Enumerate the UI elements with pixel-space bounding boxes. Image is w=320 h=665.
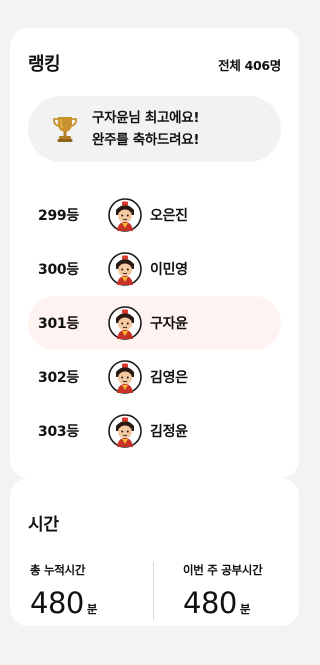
time-card: 시간 총 누적시간 480 분 이번 주 공부시간 480 분 [10, 478, 299, 626]
rank-number: 302등 [38, 370, 79, 386]
character-avatar-icon [108, 306, 142, 340]
character-avatar-icon [108, 198, 142, 232]
week-time-value: 480 [183, 586, 237, 620]
ranking-total-count: 전체 406명 [218, 58, 281, 73]
character-avatar-icon [108, 360, 142, 394]
congrats-message: 구자윤님 최고에요! 완주를 축하드려요! [92, 107, 200, 151]
ranking-row[interactable]: 299등 오은진 [28, 188, 281, 242]
ranking-card: 랭킹 전체 406명 구자윤님 최고에요! 완주를 축하드려요! 299등 오은… [10, 28, 299, 478]
total-time-label: 총 누적시간 [30, 563, 86, 577]
ranking-row-current-user[interactable]: 301등 구자윤 [28, 296, 281, 350]
stat-divider [153, 562, 154, 620]
congrats-line-1: 구자윤님 최고에요! [92, 110, 200, 126]
character-avatar-icon [108, 252, 142, 286]
week-time-label: 이번 주 공부시간 [183, 563, 263, 577]
time-title: 시간 [28, 515, 59, 535]
ranking-header: 랭킹 전체 406명 [28, 50, 281, 76]
total-time-stat: 총 누적시간 480 분 [30, 562, 97, 620]
ranking-title: 랭킹 [28, 54, 61, 75]
ranking-list: 299등 오은진 300등 이민영 301등 구자윤 302등 김영은 303등… [28, 188, 281, 458]
total-time-value: 480 [30, 586, 84, 620]
ranking-row[interactable]: 303등 김정윤 [28, 404, 281, 458]
rank-user-name: 김정윤 [150, 424, 188, 440]
week-time-value-row: 480 분 [183, 586, 262, 620]
rank-number: 301등 [38, 316, 79, 332]
rank-user-name: 이민영 [150, 262, 188, 278]
rank-number: 300등 [38, 262, 79, 278]
rank-user-name: 김영은 [150, 370, 188, 386]
character-avatar-icon [108, 414, 142, 448]
total-time-unit: 분 [86, 602, 98, 616]
congrats-line-2: 완주를 축하드려요! [92, 132, 200, 148]
trophy-icon [53, 117, 77, 142]
congrats-banner: 구자윤님 최고에요! 완주를 축하드려요! [28, 96, 281, 162]
week-time-stat: 이번 주 공부시간 480 분 [183, 562, 263, 620]
rank-number: 299등 [38, 208, 79, 224]
ranking-row[interactable]: 300등 이민영 [28, 242, 281, 296]
rank-user-name: 오은진 [150, 208, 188, 224]
week-time-unit: 분 [239, 602, 251, 616]
total-time-value-row: 480 분 [30, 586, 97, 620]
rank-number: 303등 [38, 424, 79, 440]
rank-user-name: 구자윤 [150, 316, 188, 332]
ranking-row[interactable]: 302등 김영은 [28, 350, 281, 404]
